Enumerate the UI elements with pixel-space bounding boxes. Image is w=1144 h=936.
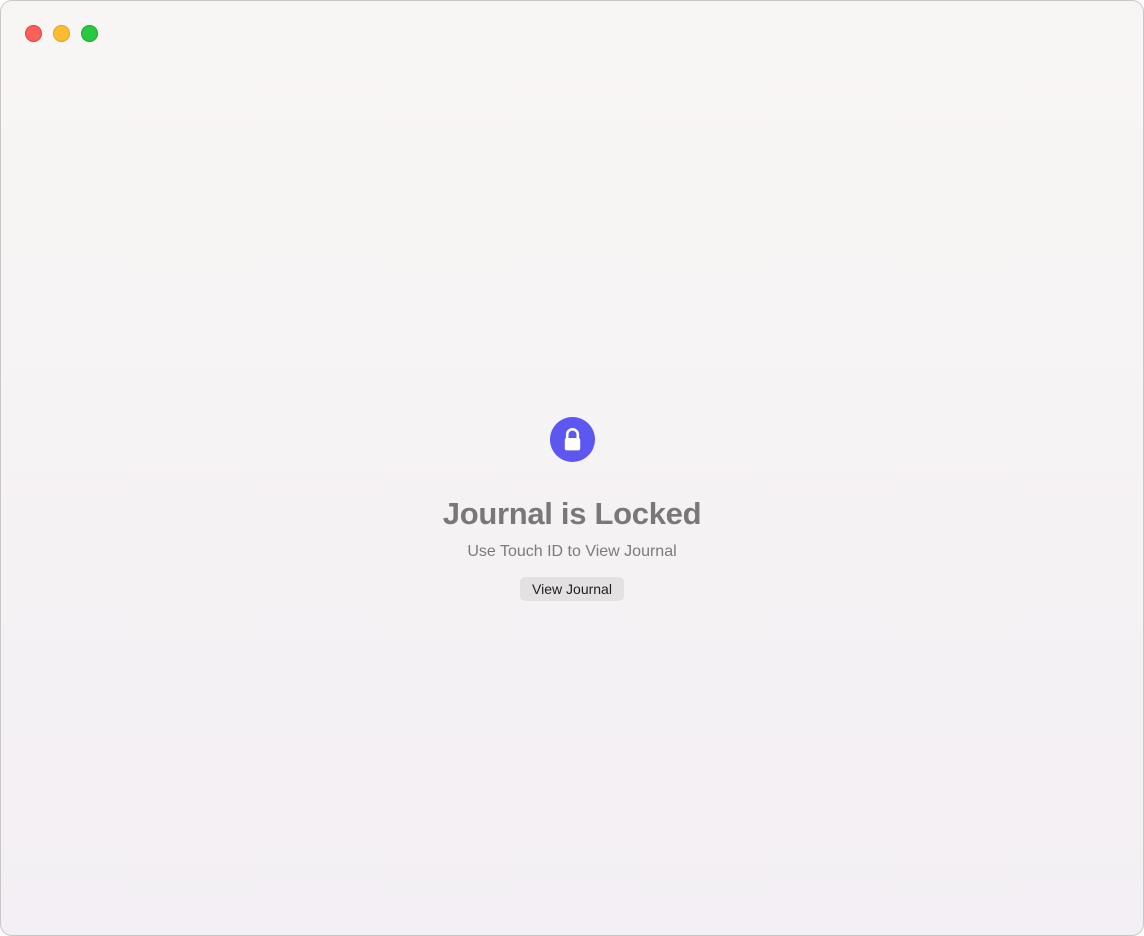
page-title: Journal is Locked — [442, 496, 702, 531]
view-journal-button[interactable]: View Journal — [520, 577, 624, 601]
window-controls — [25, 25, 98, 42]
minimize-window-button[interactable] — [53, 25, 70, 42]
lock-glyph — [564, 428, 580, 451]
close-window-button[interactable] — [25, 25, 42, 42]
app-window: Journal is Locked Use Touch ID to View J… — [0, 0, 1144, 936]
unlock-hint: Use Touch ID to View Journal — [467, 543, 677, 560]
locked-state-panel: Journal is Locked Use Touch ID to View J… — [1, 417, 1143, 601]
lock-icon — [549, 417, 595, 462]
zoom-window-button[interactable] — [81, 25, 98, 42]
